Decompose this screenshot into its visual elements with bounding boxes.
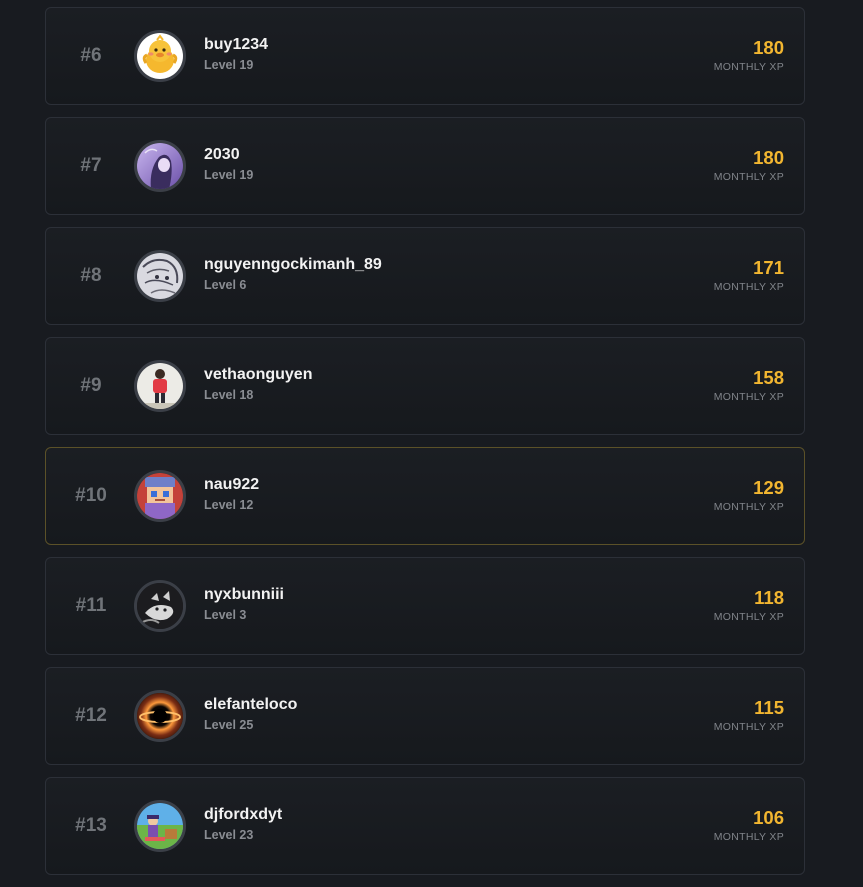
leaderboard-row[interactable]: #11 nyxbunniii Level 3 118 MONTHLY XP (45, 557, 805, 655)
xp-value: 115 (754, 697, 784, 718)
monochrome-cat-avatar[interactable] (134, 580, 186, 632)
cartoon-field-avatar[interactable] (134, 800, 186, 852)
xp-label: MONTHLY XP (713, 61, 784, 73)
leaderboard-row[interactable]: #7 2030 Level 19 180 MONTHLY XP (45, 117, 805, 215)
xp-value: 158 (753, 367, 784, 388)
leaderboard-row[interactable]: #9 vethaonguyen Level 18 158 MONTHLY XP (45, 337, 805, 435)
xp-block: 129 MONTHLY XP (714, 477, 784, 513)
username[interactable]: vethaonguyen (204, 365, 312, 385)
xp-label: MONTHLY XP (713, 611, 784, 623)
xp-block: 158 MONTHLY XP (714, 367, 784, 403)
username[interactable]: 2030 (204, 145, 253, 165)
xp-value: 180 (753, 37, 784, 58)
xp-label: MONTHLY XP (713, 831, 784, 843)
xp-block: 171 MONTHLY XP (714, 257, 784, 293)
user-info: nguyenngockimanh_89 Level 6 (204, 255, 382, 292)
leaderboard-row[interactable]: #8 nguyenngockimanh_89 Level 6 171 MONTH… (45, 227, 805, 325)
xp-value: 106 (753, 807, 784, 828)
xp-block: 115 MONTHLY XP (714, 697, 784, 733)
leaderboard-row-current-user[interactable]: #10 nau922 Level 12 129 MONTHLY XP (45, 447, 805, 545)
xp-block: 180 MONTHLY XP (714, 37, 784, 73)
username[interactable]: nguyenngockimanh_89 (204, 255, 382, 275)
pixel-character-avatar[interactable] (134, 470, 186, 522)
rank-number: #7 (80, 155, 102, 176)
user-level: Level 18 (204, 388, 254, 402)
rank-number: #10 (75, 485, 107, 506)
user-info: nau922 Level 12 (204, 475, 259, 512)
xp-label: MONTHLY XP (713, 501, 784, 513)
xp-label: MONTHLY XP (713, 281, 784, 293)
anime-girl-avatar[interactable] (134, 140, 186, 192)
xp-block: 118 MONTHLY XP (714, 587, 784, 623)
user-info: nyxbunniii Level 3 (204, 585, 284, 622)
rank-number: #8 (80, 265, 102, 286)
username[interactable]: elefanteloco (204, 695, 297, 715)
user-info: buy1234 Level 19 (204, 35, 268, 72)
xp-label: MONTHLY XP (713, 171, 784, 183)
username[interactable]: nyxbunniii (204, 585, 284, 605)
user-info: vethaonguyen Level 18 (204, 365, 312, 402)
sketch-avatar[interactable] (134, 250, 186, 302)
leaderboard-row[interactable]: #12 elefanteloco Level 25 115 MONTHLY XP (45, 667, 805, 765)
user-level: Level 19 (204, 168, 254, 182)
xp-block: 180 MONTHLY XP (714, 147, 784, 183)
xp-value: 129 (753, 477, 784, 498)
leaderboard-list: #6 buy1234 Level 19 180 MONTHLY XP #7 20… (45, 7, 805, 887)
user-info: 2030 Level 19 (204, 145, 253, 182)
xp-label: MONTHLY XP (713, 391, 784, 403)
xp-block: 106 MONTHLY XP (714, 807, 784, 843)
user-info: elefanteloco Level 25 (204, 695, 297, 732)
rank-number: #11 (75, 595, 107, 616)
user-level: Level 23 (204, 828, 254, 842)
xp-value: 171 (753, 257, 784, 278)
user-level: Level 3 (204, 608, 247, 622)
user-info: djfordxdyt Level 23 (204, 805, 282, 842)
person-red-shirt-avatar[interactable] (134, 360, 186, 412)
user-level: Level 6 (204, 278, 247, 292)
leaderboard-row[interactable]: #6 buy1234 Level 19 180 MONTHLY XP (45, 7, 805, 105)
rank-number: #9 (80, 375, 102, 396)
user-level: Level 12 (204, 498, 254, 512)
username[interactable]: djfordxdyt (204, 805, 282, 825)
leaderboard-row[interactable]: #13 djfordxdyt Level 23 106 MONTHLY XP (45, 777, 805, 875)
username[interactable]: nau922 (204, 475, 259, 495)
rank-number: #13 (75, 815, 107, 836)
rank-number: #12 (75, 705, 107, 726)
xp-value: 118 (754, 587, 784, 608)
duck-avatar[interactable] (134, 30, 186, 82)
username[interactable]: buy1234 (204, 35, 268, 55)
user-level: Level 19 (204, 58, 254, 72)
xp-label: MONTHLY XP (713, 721, 784, 733)
rank-number: #6 (80, 45, 102, 66)
black-hole-avatar[interactable] (134, 690, 186, 742)
xp-value: 180 (753, 147, 784, 168)
user-level: Level 25 (204, 718, 254, 732)
